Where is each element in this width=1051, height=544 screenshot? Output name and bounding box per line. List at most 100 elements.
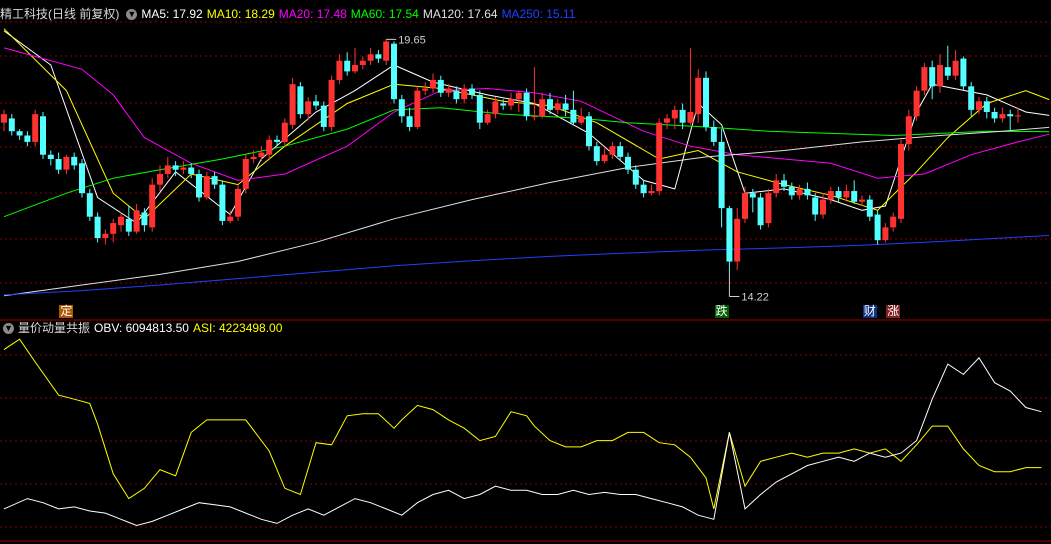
candle-body <box>586 116 592 147</box>
candle-body <box>710 126 717 142</box>
candle-body <box>788 186 795 196</box>
candle-body <box>687 112 694 123</box>
candle-body <box>632 169 639 185</box>
candle-body <box>367 54 374 61</box>
candle-body <box>461 88 468 100</box>
sub-indicator-menu-chevron-icon[interactable]: ▼ <box>3 323 14 335</box>
candle-body <box>726 208 733 262</box>
candle-body <box>937 65 943 87</box>
candle-body <box>656 122 663 192</box>
candle-body <box>508 99 514 106</box>
candle-body <box>742 193 748 219</box>
candle-body <box>422 88 429 91</box>
candle-body <box>406 116 413 127</box>
candle-body <box>796 188 803 196</box>
candle-body <box>125 218 132 232</box>
ma-line-ma60 <box>3 107 1050 218</box>
candle-body <box>430 79 436 89</box>
candle-body <box>913 90 920 117</box>
candle-body <box>328 79 335 127</box>
candle-body <box>359 60 366 65</box>
candle-body <box>437 79 444 93</box>
candle-body <box>453 90 460 100</box>
candle-body <box>562 103 569 110</box>
candle-body <box>55 159 62 170</box>
candle-body <box>476 94 483 123</box>
candle-body <box>313 101 319 106</box>
candle-body <box>944 67 951 76</box>
candle-body <box>734 218 741 262</box>
candle-body <box>274 139 280 142</box>
series-line-obv <box>3 356 1042 527</box>
candle-body <box>242 159 249 189</box>
candle-body <box>781 180 787 187</box>
candle-body <box>1015 115 1021 117</box>
candle-body <box>617 146 624 157</box>
candle-body <box>820 199 826 215</box>
candle-body <box>32 114 39 142</box>
candle-body <box>695 77 702 115</box>
candle-body <box>671 109 678 119</box>
candle-body <box>991 112 998 119</box>
candle-body <box>640 184 647 194</box>
candle-body <box>531 116 538 118</box>
candle-body <box>414 90 421 127</box>
candle-body <box>352 65 358 72</box>
candle-body <box>952 60 959 76</box>
candle-body <box>40 116 46 155</box>
stock-title: 精工科技(日线 前复权) <box>0 7 120 21</box>
candle-body <box>86 193 93 217</box>
candle-body <box>235 188 241 217</box>
candle-body <box>24 135 31 142</box>
candle-body <box>196 173 202 198</box>
indicator-label: MA10: 18.29 <box>206 7 275 21</box>
candle-body <box>609 146 616 155</box>
ma-line-ma5 <box>3 30 1050 224</box>
candle-body <box>898 144 904 219</box>
candle-body <box>835 191 842 198</box>
ma-line-ma120 <box>3 126 1050 297</box>
candle-body <box>554 103 561 110</box>
candle-body <box>180 167 187 170</box>
candle-body <box>1007 114 1014 117</box>
candle-body <box>8 118 15 132</box>
candle-body <box>851 191 858 202</box>
candle-body <box>219 184 226 221</box>
low-price-label: 14.22 <box>741 292 769 304</box>
candle-body <box>266 139 273 155</box>
candle-body <box>281 122 288 142</box>
candle-body <box>250 156 257 159</box>
stock-chart[interactable]: 19.65 14.22 <box>0 0 1051 544</box>
event-marker-badge[interactable]: 财 <box>862 305 877 318</box>
candle-body <box>149 184 156 228</box>
event-marker-badge[interactable]: 涨 <box>886 305 901 318</box>
series-line-asi <box>3 338 1042 510</box>
event-marker-badge[interactable]: 跌 <box>714 305 729 318</box>
candle-body <box>983 101 990 112</box>
candle-body <box>578 116 585 123</box>
candle-body <box>843 191 850 198</box>
candle-body <box>679 109 686 123</box>
candle-body <box>203 176 210 198</box>
candle-body <box>297 86 304 115</box>
candle-body <box>375 54 382 59</box>
candle-body <box>874 214 881 241</box>
candle-body <box>976 101 982 110</box>
candle-body <box>110 223 117 234</box>
candle-body <box>227 216 234 221</box>
candle-body <box>625 156 631 170</box>
candle-body <box>539 99 546 117</box>
indicator-menu-chevron-icon[interactable]: ▼ <box>126 9 138 21</box>
sub-panel-header: ▼ 量价动量共振 OBV: 6094813.50 ASI: 4223498.00 <box>0 320 290 336</box>
candle-body <box>383 41 390 61</box>
event-marker-badge[interactable]: 定 <box>59 305 74 318</box>
candle-body <box>515 92 522 100</box>
candle-body <box>157 173 163 185</box>
candle-body <box>172 165 179 170</box>
candle-body <box>882 227 889 241</box>
candle-body <box>445 88 452 93</box>
candle-body <box>921 67 928 91</box>
indicator-label: MA60: 17.54 <box>350 7 419 21</box>
candle-body <box>890 216 897 228</box>
high-price-label: 19.65 <box>398 34 426 46</box>
